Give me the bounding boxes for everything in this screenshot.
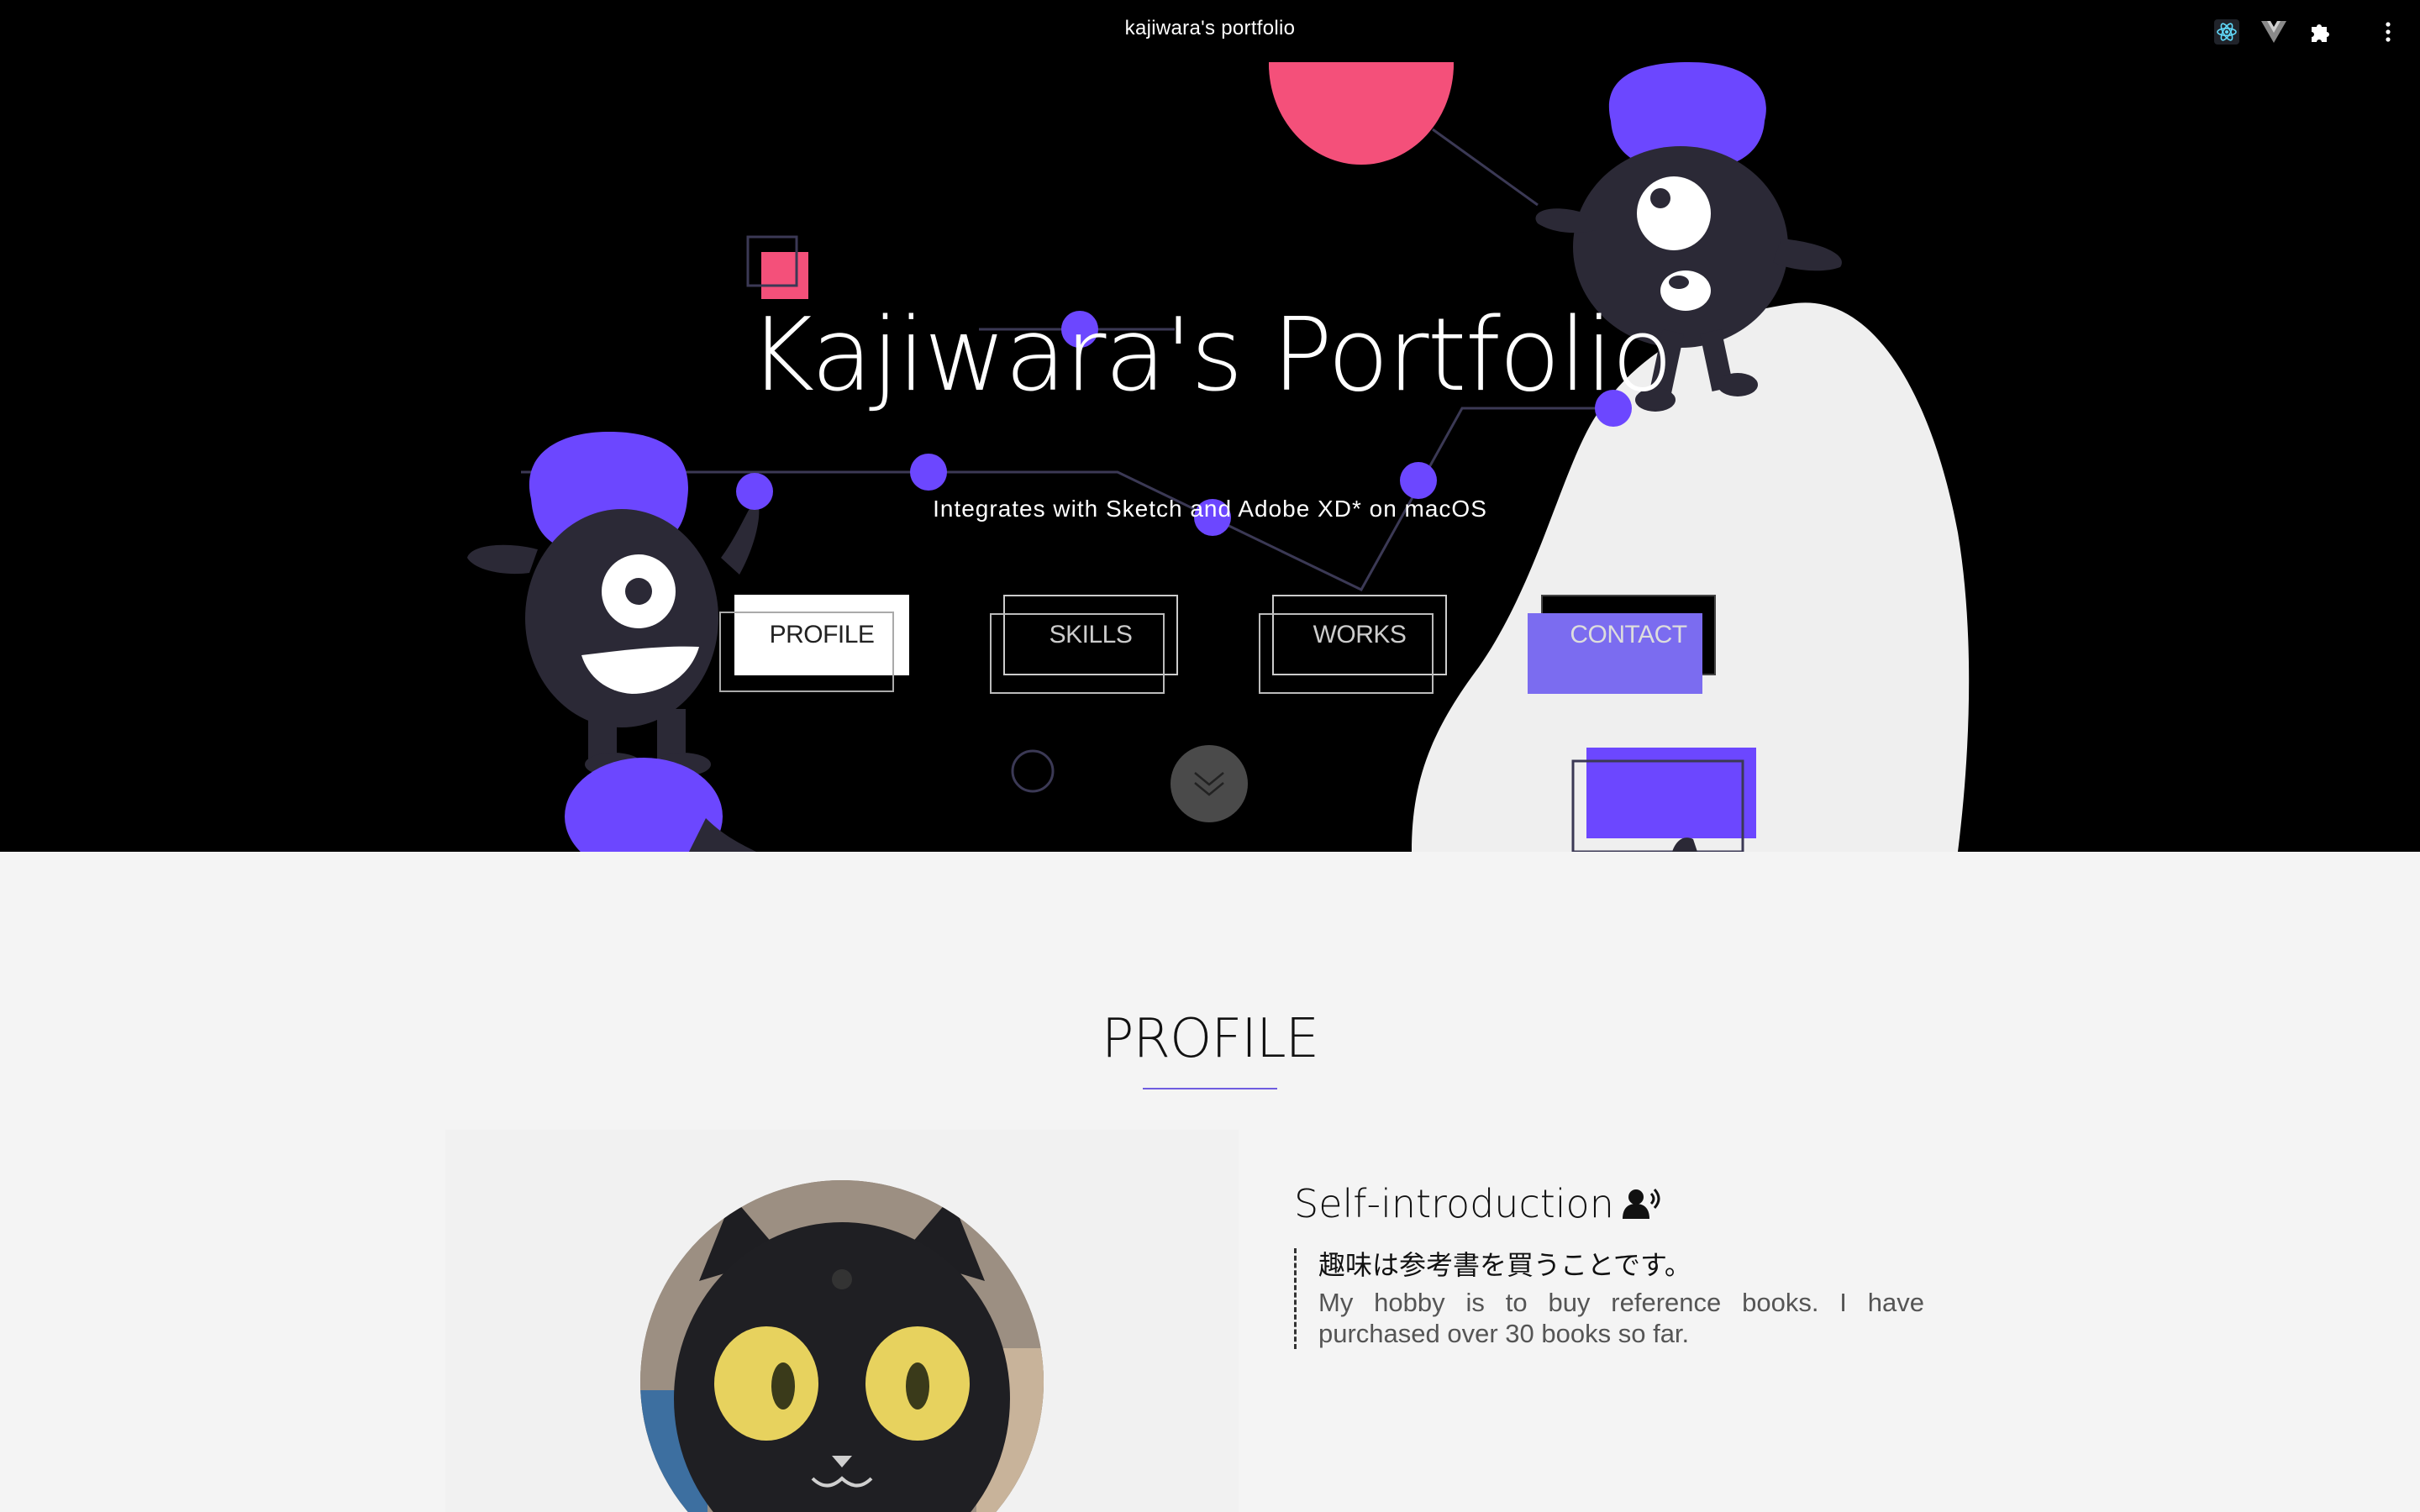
intro-japanese-text: 趣味は参考書を買うことです。 — [1318, 1250, 1691, 1280]
vue-devtools-icon[interactable] — [2259, 17, 2289, 47]
nav-profile-button[interactable]: PROFILE — [719, 595, 909, 692]
self-introduction-title: Self-introduction — [1294, 1181, 1663, 1226]
nav-works-button[interactable]: WORKS — [1259, 595, 1447, 694]
window-title: kajiwara's portfolio — [1124, 17, 1296, 39]
nav-works-label: WORKS — [1313, 621, 1407, 648]
person-speaking-icon — [1622, 1188, 1660, 1219]
intro-english-text: My hobby is to buy reference books. I ha… — [1318, 1287, 1924, 1348]
window-titlebar: kajiwara's portfolio — [0, 0, 2420, 62]
nav-skills-label: SKILLS — [1049, 621, 1133, 648]
heading-underline — [1143, 1088, 1277, 1089]
react-devtools-icon[interactable] — [2212, 17, 2242, 47]
page: kajiwara's portfolio Kajiwara's Portfoli… — [0, 0, 2420, 1512]
chevron-down-icon — [1194, 772, 1224, 796]
profile-heading: PROFILE — [1101, 1008, 1319, 1070]
nav-skills-button[interactable]: SKILLS — [990, 595, 1178, 694]
hero-section: Kajiwara's Portfolio Integrates with Ske… — [0, 62, 2420, 852]
hero-title: Kajiwara's Portfolio — [748, 297, 1674, 414]
self-introduction-label: Self-introduction — [1294, 1181, 1614, 1226]
hero-subtitle: Integrates with Sketch and Adobe XD* on … — [933, 496, 1487, 522]
extensions-puzzle-icon[interactable] — [2306, 17, 2336, 47]
scroll-down-button[interactable] — [1171, 745, 1248, 822]
nav-contact-button[interactable]: CONTACT — [1528, 595, 1716, 694]
hero-illustration — [467, 62, 1970, 852]
nav-profile-label: PROFILE — [769, 621, 875, 648]
more-menu-icon[interactable] — [2373, 17, 2403, 47]
nav-contact-label: CONTACT — [1570, 621, 1687, 648]
character-left — [467, 432, 760, 852]
self-introduction-box: 趣味は参考書を買うことです。 My hobby is to buy refere… — [1294, 1248, 1924, 1349]
